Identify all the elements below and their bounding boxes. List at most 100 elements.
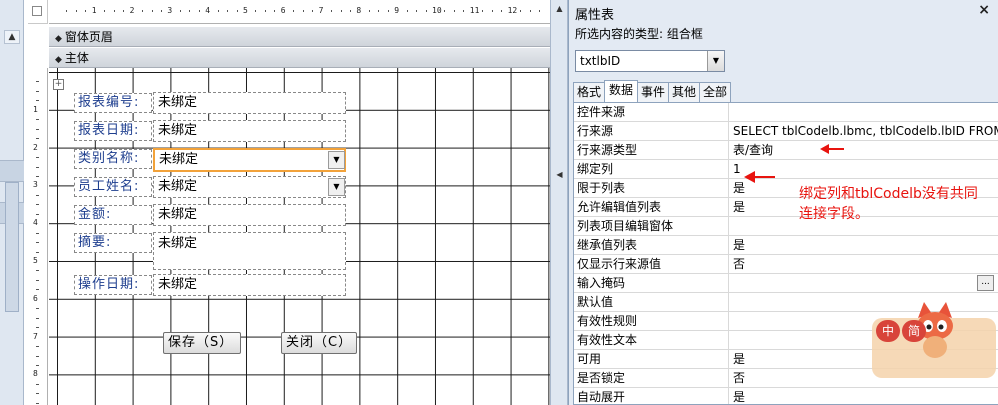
selected-control-dropdown[interactable]: txtlbID ▼ (575, 50, 725, 72)
ruler-tick (36, 251, 39, 253)
ruler-tick (36, 289, 39, 291)
ruler-tick (104, 10, 106, 12)
ruler-tick (36, 175, 39, 177)
close-button[interactable]: 关闭（C） (281, 332, 357, 354)
property-row[interactable]: 控件来源 (574, 103, 998, 122)
tab-all[interactable]: 全部 (699, 82, 731, 102)
detail-section-bar[interactable]: ◆ 主体 (49, 47, 550, 68)
textbox-operation-date[interactable]: 未绑定 (153, 274, 346, 296)
pane-splitter[interactable]: ▲ ◀ (550, 0, 568, 405)
ruler-tick (142, 10, 144, 12)
scrollbar-thumb[interactable] (5, 182, 19, 312)
ruler-tick (113, 10, 115, 12)
combobox-value: 未绑定 (159, 152, 199, 167)
ruler-tick (425, 10, 427, 12)
property-name: 行来源类型 (574, 141, 729, 160)
textbox-amount[interactable]: 未绑定 (153, 204, 346, 226)
ruler-number: 4 (205, 6, 211, 15)
chevron-down-icon[interactable]: ▼ (328, 151, 345, 169)
property-name: 继承值列表 (574, 236, 729, 255)
ruler-tick (36, 81, 39, 83)
property-value[interactable]: 表/查询 (730, 141, 998, 160)
textbox-report-no[interactable]: 未绑定 (153, 92, 346, 114)
ruler-number: 4 (33, 218, 38, 228)
property-value[interactable]: 是 (730, 236, 998, 255)
property-row[interactable]: 行来源类型 表/查询 (574, 141, 998, 160)
label-operation-date: 操作日期: (74, 275, 152, 295)
textbox-report-date[interactable]: 未绑定 (153, 120, 346, 142)
ruler-tick (302, 10, 304, 12)
ruler-tick (312, 10, 314, 12)
ruler-tick (349, 10, 351, 12)
ruler-tick (36, 308, 39, 310)
ruler-number: 11 (469, 6, 480, 15)
ruler-tick (36, 157, 39, 159)
combobox-category-name[interactable]: 未绑定 (153, 148, 346, 172)
property-row[interactable]: 绑定列 1 (574, 160, 998, 179)
ruler-number: 1 (33, 104, 38, 114)
nav-band (0, 160, 24, 182)
tab-format[interactable]: 格式 (573, 82, 605, 102)
property-name: 限于列表 (574, 179, 729, 198)
ruler-tick (36, 194, 39, 196)
ruler-number: 6 (33, 293, 38, 303)
ruler-tick (387, 10, 389, 12)
save-button[interactable]: 保存（S） (163, 332, 241, 354)
ime-script-button[interactable]: 简 (902, 320, 926, 342)
property-row[interactable]: 仅显示行来源值否 (574, 255, 998, 274)
scroll-up-icon[interactable]: ▲ (4, 30, 20, 44)
property-row[interactable]: 继承值列表是 (574, 236, 998, 255)
label-employee-name: 员工姓名: (74, 177, 152, 197)
layout-move-handle-icon[interactable]: + (53, 79, 64, 90)
ruler-number: 3 (167, 6, 173, 15)
property-row[interactable]: 自动展开是 (574, 388, 998, 404)
ruler-tick (264, 10, 266, 12)
label-category-name: 类别名称: (74, 149, 152, 169)
property-value[interactable] (730, 274, 998, 293)
horizontal-ruler: 1 2 3 4 5 6 7 8 9 10 11 12 (49, 0, 550, 24)
property-name: 仅显示行来源值 (574, 255, 729, 274)
ruler-tick (444, 10, 446, 12)
property-value[interactable]: SELECT tblCodelb.lbmc, tblCodelb.lbID FR… (730, 122, 998, 141)
ruler-tick (36, 355, 39, 357)
ruler-tick (36, 364, 39, 366)
ruler-tick (227, 10, 229, 12)
form-header-label: 窗体页眉 (64, 30, 113, 44)
property-value[interactable] (730, 103, 998, 122)
ime-mode-button[interactable]: 中 (876, 320, 900, 342)
builder-button[interactable]: ... (977, 275, 994, 291)
textbox-summary[interactable]: 未绑定 (153, 232, 346, 270)
tab-event[interactable]: 事件 (637, 82, 669, 102)
form-selector[interactable] (28, 0, 48, 24)
ruler-tick (538, 10, 540, 12)
ime-toolbar[interactable]: 中 简 (868, 300, 996, 382)
property-value[interactable]: 是 (730, 388, 998, 404)
property-row[interactable]: 输入掩码... (574, 274, 998, 293)
section-arrow-icon: ◆ (55, 34, 62, 44)
ruler-tick (236, 10, 238, 12)
chevron-down-icon[interactable]: ▼ (707, 51, 724, 71)
form-header-bar[interactable]: ◆ 窗体页眉 (49, 26, 550, 47)
tab-other[interactable]: 其他 (668, 82, 700, 102)
ruler-tick (36, 270, 39, 272)
ruler-tick (274, 10, 276, 12)
property-value[interactable]: 否 (730, 255, 998, 274)
scroll-up-icon[interactable]: ▲ (553, 2, 566, 15)
ruler-number: 6 (280, 6, 286, 15)
property-name: 默认值 (574, 293, 729, 312)
close-icon[interactable]: × (978, 2, 990, 18)
ruler-tick (36, 279, 39, 281)
ruler-tick (36, 119, 39, 121)
label-report-date: 报表日期: (74, 121, 152, 141)
ruler-tick (123, 10, 125, 12)
collapse-left-icon[interactable]: ◀ (553, 168, 566, 181)
ruler-tick (520, 10, 522, 12)
property-name: 有效性文本 (574, 331, 729, 350)
tab-data[interactable]: 数据 (604, 80, 638, 102)
vertical-ruler: 1 2 3 4 5 6 7 8 (28, 68, 48, 405)
property-row[interactable]: 行来源 SELECT tblCodelb.lbmc, tblCodelb.lbID… (574, 122, 998, 141)
chevron-down-icon[interactable]: ▼ (328, 178, 345, 196)
ruler-tick (406, 10, 408, 12)
label-summary: 摘要: (74, 233, 152, 253)
combobox-employee-name[interactable]: 未绑定 (153, 176, 346, 198)
